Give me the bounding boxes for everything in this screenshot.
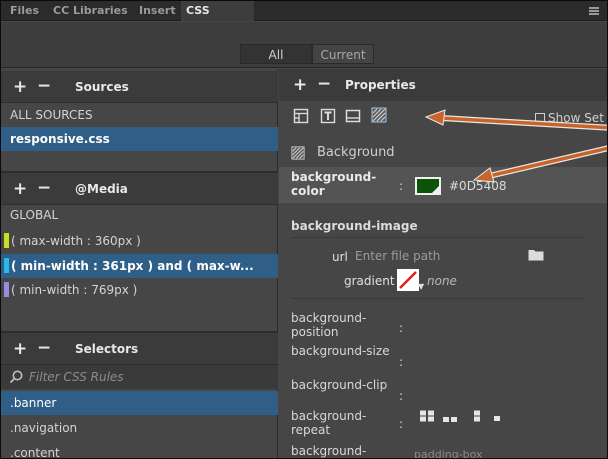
property-colon: :: [399, 355, 404, 369]
gradient-value: none: [427, 274, 457, 288]
add-media-button[interactable]: +: [13, 179, 27, 199]
chevron-down-icon[interactable]: ▼: [418, 282, 424, 291]
source-item-all[interactable]: ALL SOURCES: [1, 103, 278, 127]
layout-icon[interactable]: [293, 108, 309, 124]
background-repeat-label-line2: repeat: [291, 423, 331, 437]
background-clip-label: background-clip: [291, 378, 388, 392]
show-set-checkbox[interactable]: [535, 113, 545, 123]
media-color-swatch: [4, 233, 9, 248]
left-column: + − Sources ALL SOURCES responsive.css +…: [1, 69, 278, 458]
media-item-min-769[interactable]: ( min-width : 769px ): [1, 278, 278, 302]
no-gradient-icon: [399, 271, 417, 289]
repeat-icon[interactable]: [419, 410, 435, 422]
selector-item-navigation[interactable]: .navigation: [1, 416, 278, 440]
selectors-header: + − Selectors: [1, 333, 278, 365]
folder-icon[interactable]: [528, 248, 544, 261]
media-color-swatch: [4, 258, 9, 273]
divider: [291, 237, 585, 238]
media-item-max-360[interactable]: ( max-width : 360px ): [1, 229, 278, 253]
show-set-label: Show Set: [548, 111, 604, 125]
media-item-label: ( min-width : 361px ) and ( max-w...: [11, 259, 254, 273]
css-designer-panel: Files CC Libraries Insert CSS Designer A…: [0, 0, 608, 459]
padding-box-label: padding-box: [414, 448, 483, 459]
background-position-label-line1: background-: [291, 311, 367, 325]
panel-tab-bar: Files CC Libraries Insert CSS Designer: [1, 1, 607, 37]
gradient-label: gradient: [344, 274, 395, 288]
media-item-label: ( min-width : 769px ): [11, 283, 138, 297]
remove-selector-button[interactable]: −: [37, 338, 51, 358]
remove-media-button[interactable]: −: [37, 178, 51, 198]
filter-css-rules-bar: [1, 365, 278, 389]
repeat-x-icon[interactable]: [442, 413, 458, 425]
swatch-picker-corner: [431, 186, 439, 194]
background-section-icon: [291, 146, 305, 160]
selector-item-content[interactable]: .content: [1, 441, 278, 458]
source-item-responsive-css[interactable]: responsive.css: [1, 127, 278, 151]
background-size-label: background-size: [291, 344, 390, 358]
selectors-title: Selectors: [75, 342, 139, 356]
properties-header: + − Properties: [279, 69, 607, 101]
properties-title: Properties: [345, 78, 416, 92]
tab-cc-libraries[interactable]: CC Libraries: [48, 1, 133, 21]
selector-item-banner[interactable]: .banner: [1, 391, 278, 415]
url-label: url: [332, 250, 348, 264]
filter-css-rules-input[interactable]: [29, 367, 269, 387]
add-source-button[interactable]: +: [13, 77, 27, 97]
tab-files[interactable]: Files: [5, 1, 44, 21]
url-input[interactable]: [355, 247, 515, 265]
media-item-global[interactable]: GLOBAL: [1, 203, 278, 227]
add-property-button[interactable]: +: [293, 75, 307, 95]
media-color-swatch: [4, 282, 9, 297]
property-colon: :: [399, 179, 404, 193]
media-title: @Media: [75, 182, 128, 196]
remove-property-button[interactable]: −: [317, 74, 331, 94]
mode-toggle-bar: All Current: [1, 22, 607, 68]
background-section-title: Background: [317, 145, 395, 160]
remove-source-button[interactable]: −: [37, 76, 51, 96]
media-item-min-361[interactable]: ( min-width : 361px ) and ( max-w...: [1, 254, 278, 278]
background-icon[interactable]: [371, 107, 387, 123]
mode-all-button[interactable]: All: [240, 44, 312, 64]
search-icon: [9, 370, 23, 384]
tab-css-designer[interactable]: CSS Designer: [181, 1, 254, 37]
mode-current-button[interactable]: Current: [312, 44, 374, 64]
show-set-toggle[interactable]: Show Set: [535, 111, 604, 125]
background-repeat-label-line1: background-: [291, 409, 367, 423]
panel-menu-icon[interactable]: [589, 7, 599, 15]
sources-header: + − Sources: [1, 71, 278, 103]
background-color-value[interactable]: #0D5408: [449, 179, 506, 193]
border-icon[interactable]: [345, 108, 361, 124]
properties-column: + − Properties Show Set Background backg…: [279, 69, 607, 459]
no-repeat-icon[interactable]: [489, 413, 505, 425]
divider: [291, 298, 585, 299]
repeat-y-icon[interactable]: [469, 410, 485, 422]
gradient-swatch[interactable]: [397, 269, 419, 291]
property-category-icons: Show Set: [279, 103, 607, 131]
property-colon: :: [399, 321, 404, 335]
background-image-title: background-image: [291, 219, 418, 233]
background-color-row: background- color : #0D5408: [279, 167, 607, 203]
property-colon: :: [399, 389, 404, 403]
background-color-label-line1: background-: [291, 170, 377, 184]
background-color-label-line2: color: [291, 184, 325, 198]
tab-insert[interactable]: Insert: [134, 1, 181, 21]
property-colon: :: [399, 417, 404, 431]
add-selector-button[interactable]: +: [13, 339, 27, 359]
media-item-label: ( max-width : 360px ): [11, 234, 141, 248]
media-header: + − @Media: [1, 173, 278, 205]
sources-title: Sources: [75, 80, 129, 94]
text-icon[interactable]: [320, 108, 336, 124]
background-position-label-line2: position: [291, 325, 339, 339]
background-next-label: background-: [291, 444, 367, 458]
